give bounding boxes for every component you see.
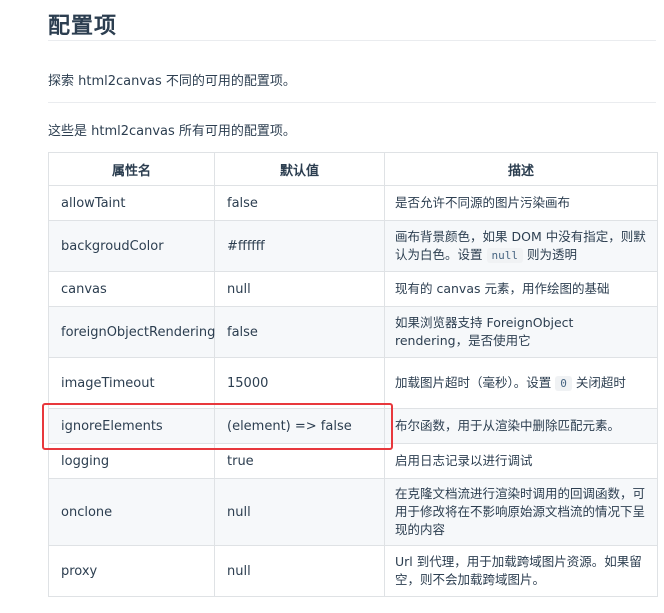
option-default: true: [214, 443, 385, 479]
table-row: proxy null Url 到代理，用于加载跨域图片资源。如果留空，则不会加载跨域…: [48, 545, 658, 597]
table-row: canvas null 现有的 canvas 元素，用作绘图的基础: [48, 271, 658, 307]
option-name: ignoreElements: [48, 408, 215, 444]
option-description: 启用日志记录以进行调试: [384, 443, 658, 479]
option-name: backgroudColor: [48, 220, 215, 272]
description-text: Url 到代理，用于加载跨域图片资源。如果留空，则不会加载跨域图片。: [395, 554, 642, 587]
options-table: 属性名 默认值 描述 allowTaint false 是否允许不同源的图片污染画布…: [48, 152, 658, 597]
option-default: null: [214, 271, 385, 307]
option-name: allowTaint: [48, 185, 215, 221]
inline-code: 0: [555, 375, 572, 391]
table-row: allowTaint false 是否允许不同源的图片污染画布: [48, 185, 658, 221]
page-title: 配置项: [48, 14, 118, 39]
description-text-tail: 关闭超时: [575, 374, 626, 390]
description-text: 布尔函数，用于从渲染中删除匹配元素。: [395, 418, 621, 433]
intro-text: 探索 html2canvas 不同的可用的配置项。: [48, 74, 296, 89]
header-description: 描述: [384, 152, 658, 186]
table-row: onclone null 在克隆文档流进行渲染时调用的回调函数，可用于修改将在不影响…: [48, 478, 658, 546]
description-text: 是否允许不同源的图片污染画布: [395, 195, 571, 210]
option-description: 画布背景颜色，如果 DOM 中没有指定，则默认为白色。设置 null 则为透明: [384, 220, 658, 272]
option-description: 加载图片超时（毫秒）。设置 0 关闭超时: [384, 357, 658, 409]
option-name: imageTimeout: [48, 357, 215, 409]
table-row: imageTimeout 15000 加载图片超时（毫秒）。设置 0 关闭超时: [48, 357, 658, 409]
table-row: logging true 启用日志记录以进行调试: [48, 443, 658, 479]
description-text-tail: 则为透明: [526, 246, 577, 262]
section-divider: [48, 102, 656, 103]
lead-text: 这些是 html2canvas 所有可用的配置项。: [48, 124, 296, 139]
inline-code: null: [486, 247, 523, 263]
option-default: null: [214, 478, 385, 546]
title-divider: [48, 40, 656, 41]
table-header-row: 属性名 默认值 描述: [48, 152, 658, 186]
table-row: ignoreElements (element) => false 布尔函数，用于从…: [48, 408, 658, 444]
table-row: backgroudColor #ffffff 画布背景颜色，如果 DOM 中没有指定…: [48, 220, 658, 272]
option-name: canvas: [48, 271, 215, 307]
option-default: #ffffff: [214, 220, 385, 272]
table-row: foreignObjectRendering false 如果浏览器支持 Forei…: [48, 306, 658, 358]
option-name: proxy: [48, 545, 215, 597]
option-description: 在克隆文档流进行渲染时调用的回调函数，可用于修改将在不影响原始源文档流的情况下呈…: [384, 478, 658, 546]
option-description: 布尔函数，用于从渲染中删除匹配元素。: [384, 408, 658, 444]
description-text: 如果浏览器支持 ForeignObject rendering，是否使用它: [395, 315, 574, 348]
description-text: 加载图片超时（毫秒）。设置: [395, 374, 552, 390]
option-default: false: [214, 306, 385, 358]
description-text: 现有的 canvas 元素，用作绘图的基础: [395, 281, 610, 296]
option-description: 如果浏览器支持 ForeignObject rendering，是否使用它: [384, 306, 658, 358]
option-description: 是否允许不同源的图片污染画布: [384, 185, 658, 221]
option-description: 现有的 canvas 元素，用作绘图的基础: [384, 271, 658, 307]
header-name: 属性名: [48, 152, 215, 186]
option-default: false: [214, 185, 385, 221]
option-name: logging: [48, 443, 215, 479]
header-default: 默认值: [214, 152, 385, 186]
option-default: (element) => false: [214, 408, 385, 444]
option-description: Url 到代理，用于加载跨域图片资源。如果留空，则不会加载跨域图片。: [384, 545, 658, 597]
option-default: 15000: [214, 357, 385, 409]
description-text: 在克隆文档流进行渲染时调用的回调函数，可用于修改将在不影响原始源文档流的情况下呈…: [395, 486, 646, 537]
description-text: 启用日志记录以进行调试: [395, 453, 533, 468]
option-default: null: [214, 545, 385, 597]
option-name: foreignObjectRendering: [48, 306, 215, 358]
option-name: onclone: [48, 478, 215, 546]
